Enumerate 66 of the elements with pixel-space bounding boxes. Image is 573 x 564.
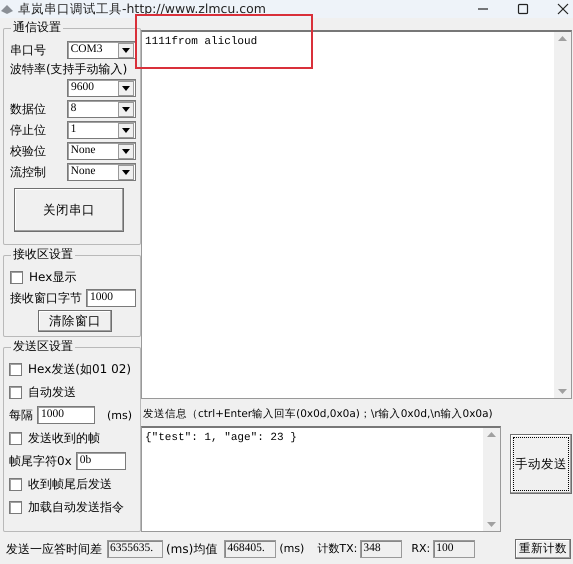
caret-icon	[122, 48, 130, 52]
send-text-area[interactable]: {"test": 1, "age": 23 }	[141, 426, 501, 532]
text-field[interactable]: 1000	[37, 406, 95, 424]
dropdown[interactable]: COM3	[66, 41, 136, 59]
receive-area[interactable]: 1111from alicloud	[141, 30, 572, 400]
unit-label: (ms)均值	[166, 541, 218, 558]
group-title: 通信设置	[11, 20, 63, 34]
clear-window-button[interactable]: 清除窗口	[38, 310, 112, 332]
group-title: 接收区设置	[11, 247, 75, 262]
checkbox[interactable]	[9, 500, 22, 514]
unit-label: (ms)	[107, 408, 132, 422]
field-label: 停止位	[10, 123, 47, 138]
counter-label: 计数TX:	[317, 540, 358, 557]
caret-icon	[122, 128, 130, 133]
caret-icon	[122, 86, 130, 91]
caret-icon	[122, 170, 130, 175]
counter-label: RX:	[411, 540, 430, 557]
field-label: 流控制	[10, 165, 47, 180]
caret-icon	[122, 148, 130, 154]
checkbox-label: 收到帧尾后发送	[28, 477, 112, 492]
scroll-down-icon[interactable]	[558, 389, 567, 394]
app-icon	[0, 3, 14, 15]
dropdown[interactable]: 1	[66, 121, 136, 140]
reset-count-button[interactable]: 重新计数	[515, 539, 571, 559]
unit-label: (ms)	[279, 540, 304, 557]
checkbox[interactable]	[9, 386, 22, 399]
checkbox[interactable]	[9, 362, 22, 376]
close-icon[interactable]	[557, 3, 569, 15]
field-label: 接收窗口字节	[10, 291, 82, 306]
close-port-button[interactable]: 关闭串口	[14, 188, 124, 232]
checkbox-label: 自动发送	[28, 385, 76, 400]
counter-field: 100	[433, 540, 476, 558]
field-label: 数据位	[10, 102, 47, 117]
checkbox-label: 加载自动发送指令	[28, 500, 124, 515]
caret-icon	[122, 106, 130, 112]
checkbox-label: 发送收到的帧	[28, 431, 100, 446]
checkbox[interactable]	[9, 478, 22, 491]
dropdown[interactable]: 8	[66, 100, 136, 118]
checkbox-label: Hex显示	[29, 270, 76, 285]
scroll-up-icon[interactable]	[558, 36, 567, 41]
dropdown[interactable]: None	[66, 163, 136, 182]
field-label: 发送一应答时间差	[6, 541, 102, 558]
scrollbar[interactable]	[554, 32, 571, 398]
text-field[interactable]: 1000	[86, 289, 136, 308]
group-title: 发送区设置	[11, 339, 75, 354]
text-field[interactable]: 0b	[76, 452, 126, 470]
window-title: 卓岚串口调试工具-http://www.zlmcu.com	[18, 0, 266, 18]
send-button[interactable]: 手动发送	[510, 434, 572, 494]
field-label: 帧尾字符0x	[9, 454, 72, 469]
field-label: 校验位	[10, 144, 47, 159]
maximize-icon[interactable]	[517, 3, 529, 15]
scroll-up-icon[interactable]	[487, 432, 496, 437]
checkbox[interactable]	[9, 432, 22, 445]
readout-field: 6355635.	[107, 540, 163, 558]
scroll-down-icon[interactable]	[487, 522, 496, 527]
scrollbar[interactable]	[483, 428, 500, 531]
field-label: 串口号	[10, 42, 47, 58]
dropdown[interactable]: 9600	[67, 79, 136, 98]
readout-field: 468405.	[224, 540, 276, 558]
checkbox[interactable]	[10, 270, 23, 284]
checkbox-label: Hex发送(如01 02)	[28, 362, 132, 377]
dropdown[interactable]: None	[66, 142, 136, 160]
field-label: 波特率(支持手动输入)	[10, 62, 128, 76]
send-hint-label: 发送信息（ctrl+Enter输入回车(0x0d,0x0a)；\r输入0x0d,\n输入0x0a)	[142, 407, 494, 422]
field-label: 每隔	[9, 408, 33, 423]
counter-field: 348	[360, 540, 402, 558]
